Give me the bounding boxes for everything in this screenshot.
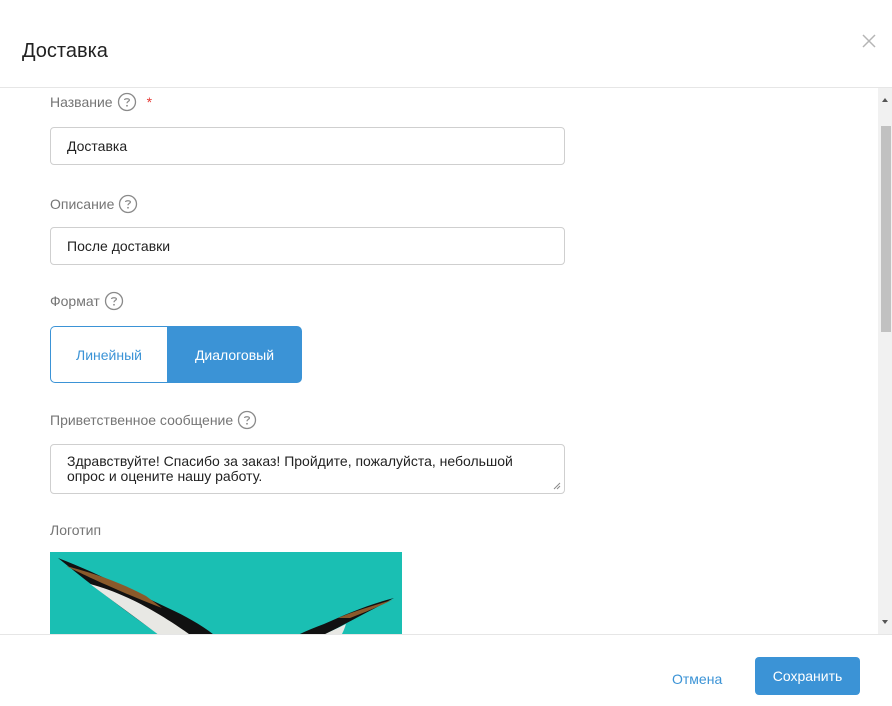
cancel-button[interactable]: Отмена: [666, 667, 728, 691]
dialog-header: Доставка: [0, 0, 892, 88]
name-label: Название: [50, 94, 113, 110]
logo-bird-icon: [58, 558, 394, 634]
scrollbar[interactable]: [878, 88, 892, 634]
dialog-footer: Отмена Сохранить: [0, 634, 892, 706]
logo-label-row: Логотип: [50, 522, 101, 538]
welcome-label: Приветственное сообщение: [50, 412, 234, 428]
format-label: Формат: [50, 293, 100, 309]
dialog-title: Доставка: [22, 40, 108, 62]
format-label-row: Формат: [50, 291, 124, 311]
welcome-text: Здравствуйте! Спасибо за заказ! Пройдите…: [67, 453, 513, 484]
help-icon[interactable]: [237, 410, 257, 430]
close-icon[interactable]: [858, 30, 880, 52]
dialog: Доставка Название * Доставка Описание По…: [0, 0, 892, 706]
welcome-label-row: Приветственное сообщение: [50, 410, 257, 430]
scrollbar-thumb[interactable]: [881, 126, 891, 332]
description-label: Описание: [50, 196, 115, 212]
logo-image[interactable]: [50, 552, 402, 634]
name-label-row: Название *: [50, 92, 152, 112]
welcome-textarea[interactable]: Здравствуйте! Спасибо за заказ! Пройдите…: [50, 444, 565, 494]
required-mark: *: [146, 94, 153, 110]
description-input[interactable]: После доставки: [50, 227, 565, 265]
format-option-linear[interactable]: Линейный: [50, 326, 167, 383]
logo-label: Логотип: [50, 522, 102, 538]
scroll-down-icon[interactable]: [882, 620, 888, 624]
name-input[interactable]: Доставка: [50, 127, 565, 165]
help-icon[interactable]: [117, 92, 137, 112]
help-icon[interactable]: [118, 194, 138, 214]
dialog-body: Название * Доставка Описание После доста…: [0, 88, 878, 634]
format-option-dialog[interactable]: Диалоговый: [167, 326, 302, 383]
resize-handle-icon[interactable]: [553, 482, 561, 490]
scroll-up-icon[interactable]: [882, 98, 888, 102]
description-label-row: Описание: [50, 194, 138, 214]
format-toggle: Линейный Диалоговый: [50, 326, 302, 383]
save-button[interactable]: Сохранить: [755, 657, 860, 695]
help-icon[interactable]: [104, 291, 124, 311]
